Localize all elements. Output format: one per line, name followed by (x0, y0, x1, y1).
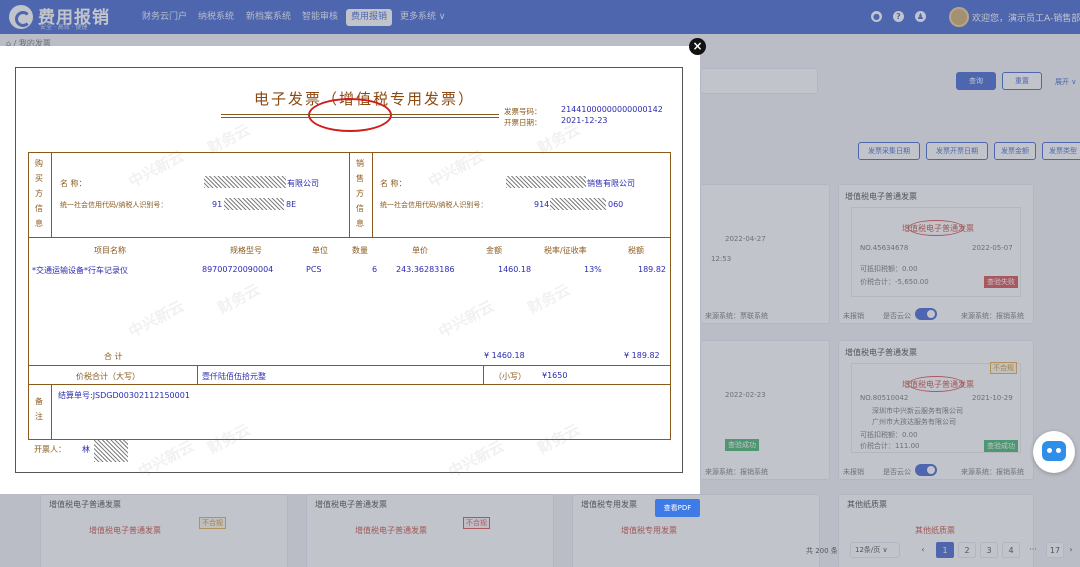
col-header-qty: 数量 (352, 246, 368, 255)
seller-name-label: 名 称： (380, 179, 407, 188)
invoice-no-label: 发票号码： (504, 107, 542, 116)
assistant-bot-icon[interactable] (1033, 431, 1075, 473)
buyer-section-label: 购买方信息 (35, 159, 43, 228)
item-unit: PCS (306, 265, 322, 274)
invoice-no: 21441000000000000142 (561, 105, 663, 114)
col-header-item: 项目名称 (94, 246, 126, 255)
robot-eye (1056, 448, 1061, 453)
table-divider (51, 152, 52, 237)
subtotal-label: 合 计 (104, 352, 123, 361)
masked-text (204, 176, 286, 188)
remark-text: 结算单号:JSDGD00302112150001 (58, 391, 190, 400)
item-spec: 89700720090004 (202, 265, 274, 274)
col-header-rate: 税率/征收率 (544, 246, 587, 255)
col-header-price: 单价 (412, 246, 428, 255)
item-amount: 1460.18 (498, 265, 532, 274)
col-header-amount: 金额 (486, 246, 502, 255)
buyer-tax-label: 统一社会信用代码/纳税人识别号： (60, 201, 168, 209)
issuer-label: 开票人： (34, 445, 66, 454)
table-divider (197, 365, 198, 384)
item-price: 243.36283186 (396, 265, 455, 274)
title-underline (221, 114, 499, 115)
robot-eye (1047, 448, 1052, 453)
table-divider (349, 152, 350, 237)
title-underline (221, 117, 499, 118)
seller-tax-suffix: 060 (608, 200, 624, 209)
total-upper: 壹仟陆佰伍拾元整 (202, 372, 266, 381)
subtotal-tax: ¥ 189.82 (624, 351, 660, 360)
invoice-stamp-icon (308, 98, 392, 132)
robot-icon (1042, 441, 1066, 461)
item-name: *交通运输设备*行车记录仪 (32, 266, 128, 275)
seller-name-suffix: 销售有限公司 (587, 179, 635, 188)
issuer-name: 林 (82, 445, 90, 454)
table-divider (51, 384, 52, 440)
seller-tax-prefix: 914 (534, 200, 550, 209)
col-header-tax: 税额 (628, 246, 644, 255)
item-qty: 6 (372, 265, 378, 274)
col-header-spec: 规格型号 (230, 246, 262, 255)
masked-text (550, 198, 606, 210)
buyer-name-suffix: 有限公司 (287, 179, 319, 188)
issue-date-label: 开票日期： (504, 118, 542, 127)
buyer-tax-prefix: 91 (212, 200, 223, 209)
subtotal-amount: ¥ 1460.18 (484, 351, 525, 360)
buyer-name-label: 名 称： (60, 179, 87, 188)
total-small-label: （小写） (494, 372, 526, 381)
invoice-document: 中兴新云 财务云 中兴新云 财务云 中兴新云 财务云 中兴新云 财务云 中兴新云… (15, 67, 683, 481)
view-pdf-button[interactable]: 查看PDF (655, 499, 700, 517)
masked-text (506, 176, 586, 188)
item-rate: 13% (584, 265, 602, 274)
seller-tax-label: 统一社会信用代码/纳税人识别号： (380, 201, 488, 209)
table-divider (28, 384, 671, 385)
close-icon[interactable]: × (689, 38, 706, 55)
seller-section-label: 销售方信息 (356, 159, 364, 228)
table-divider (483, 365, 484, 384)
table-divider (28, 365, 671, 366)
buyer-tax-suffix: 8E (286, 200, 297, 209)
total-upper-label: 价税合计（大写） (76, 372, 140, 381)
remark-label: 备注 (35, 397, 43, 421)
masked-text (94, 440, 128, 462)
item-tax: 189.82 (638, 265, 666, 274)
col-header-unit: 单位 (312, 246, 328, 255)
total-small: ¥1650 (542, 371, 568, 380)
table-divider (372, 152, 373, 237)
table-divider (28, 237, 671, 238)
masked-text (224, 198, 284, 210)
issue-date: 2021-12-23 (561, 116, 608, 125)
